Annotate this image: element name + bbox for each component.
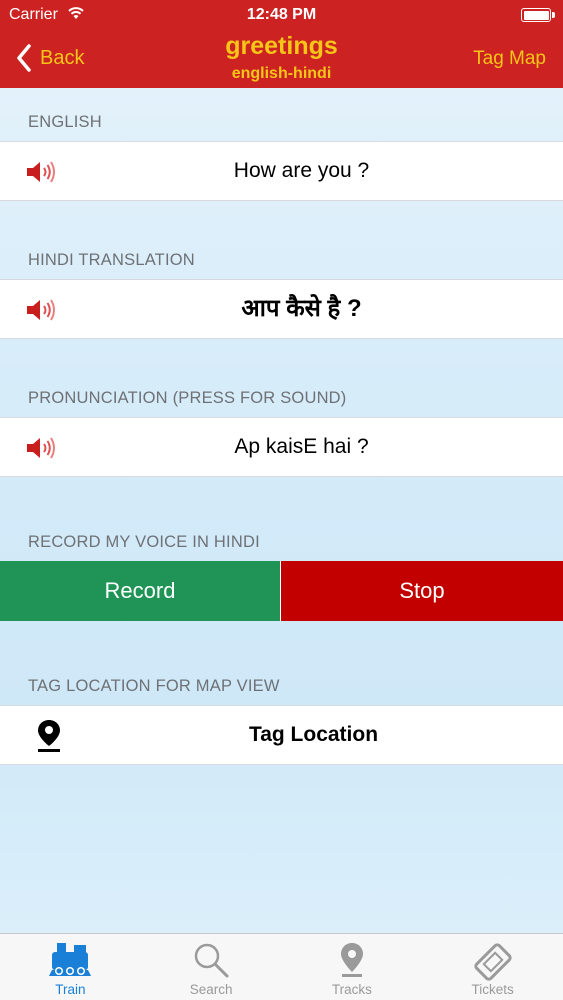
tag-location-label: Tag Location <box>248 723 379 746</box>
english-header: ENGLISH <box>28 113 102 131</box>
pronunciation-text: Ap kaisE hai ? <box>234 435 369 458</box>
tab-train[interactable]: Train <box>0 934 141 1000</box>
battery-icon <box>521 8 555 22</box>
nav-bar: Back greetings english-hindi Tag Map <box>0 30 563 88</box>
stop-button[interactable]: Stop <box>281 561 563 621</box>
tab-label: Search <box>189 982 233 997</box>
english-row[interactable]: How are you ? <box>0 141 563 201</box>
pronunciation-header: PRONUNCIATION (PRESS FOR SOUND) <box>28 389 347 407</box>
location-pin-icon <box>36 718 62 759</box>
tab-search[interactable]: Search <box>141 934 282 1000</box>
record-controls: Record Stop <box>0 561 563 621</box>
record-header: RECORD MY VOICE IN HINDI <box>28 533 260 551</box>
tab-tickets[interactable]: Tickets <box>422 934 563 1000</box>
tag-location-row[interactable]: Tag Location <box>0 705 563 765</box>
pronunciation-row[interactable]: Ap kaisE hai ? <box>0 417 563 477</box>
tab-label: Tracks <box>331 982 372 997</box>
hindi-text: आप कैसे है ? <box>241 295 362 322</box>
search-icon <box>191 940 231 985</box>
tab-label: Tickets <box>471 982 514 997</box>
train-icon <box>49 940 92 985</box>
tab-bar: Train Search Tracks Tickets <box>0 933 563 1000</box>
record-button[interactable]: Record <box>0 561 281 621</box>
map-pin-icon <box>337 940 367 985</box>
tab-label: Train <box>55 982 86 997</box>
tag-map-button[interactable]: Tag Map <box>473 48 546 70</box>
location-header: TAG LOCATION FOR MAP VIEW <box>28 677 280 695</box>
english-text: How are you ? <box>233 159 370 182</box>
tab-tracks[interactable]: Tracks <box>282 934 423 1000</box>
status-bar: Carrier 12:48 PM <box>0 0 563 30</box>
clock-time: 12:48 PM <box>246 6 317 23</box>
hindi-header: HINDI TRANSLATION <box>28 251 195 269</box>
hindi-row[interactable]: आप कैसे है ? <box>0 279 563 339</box>
